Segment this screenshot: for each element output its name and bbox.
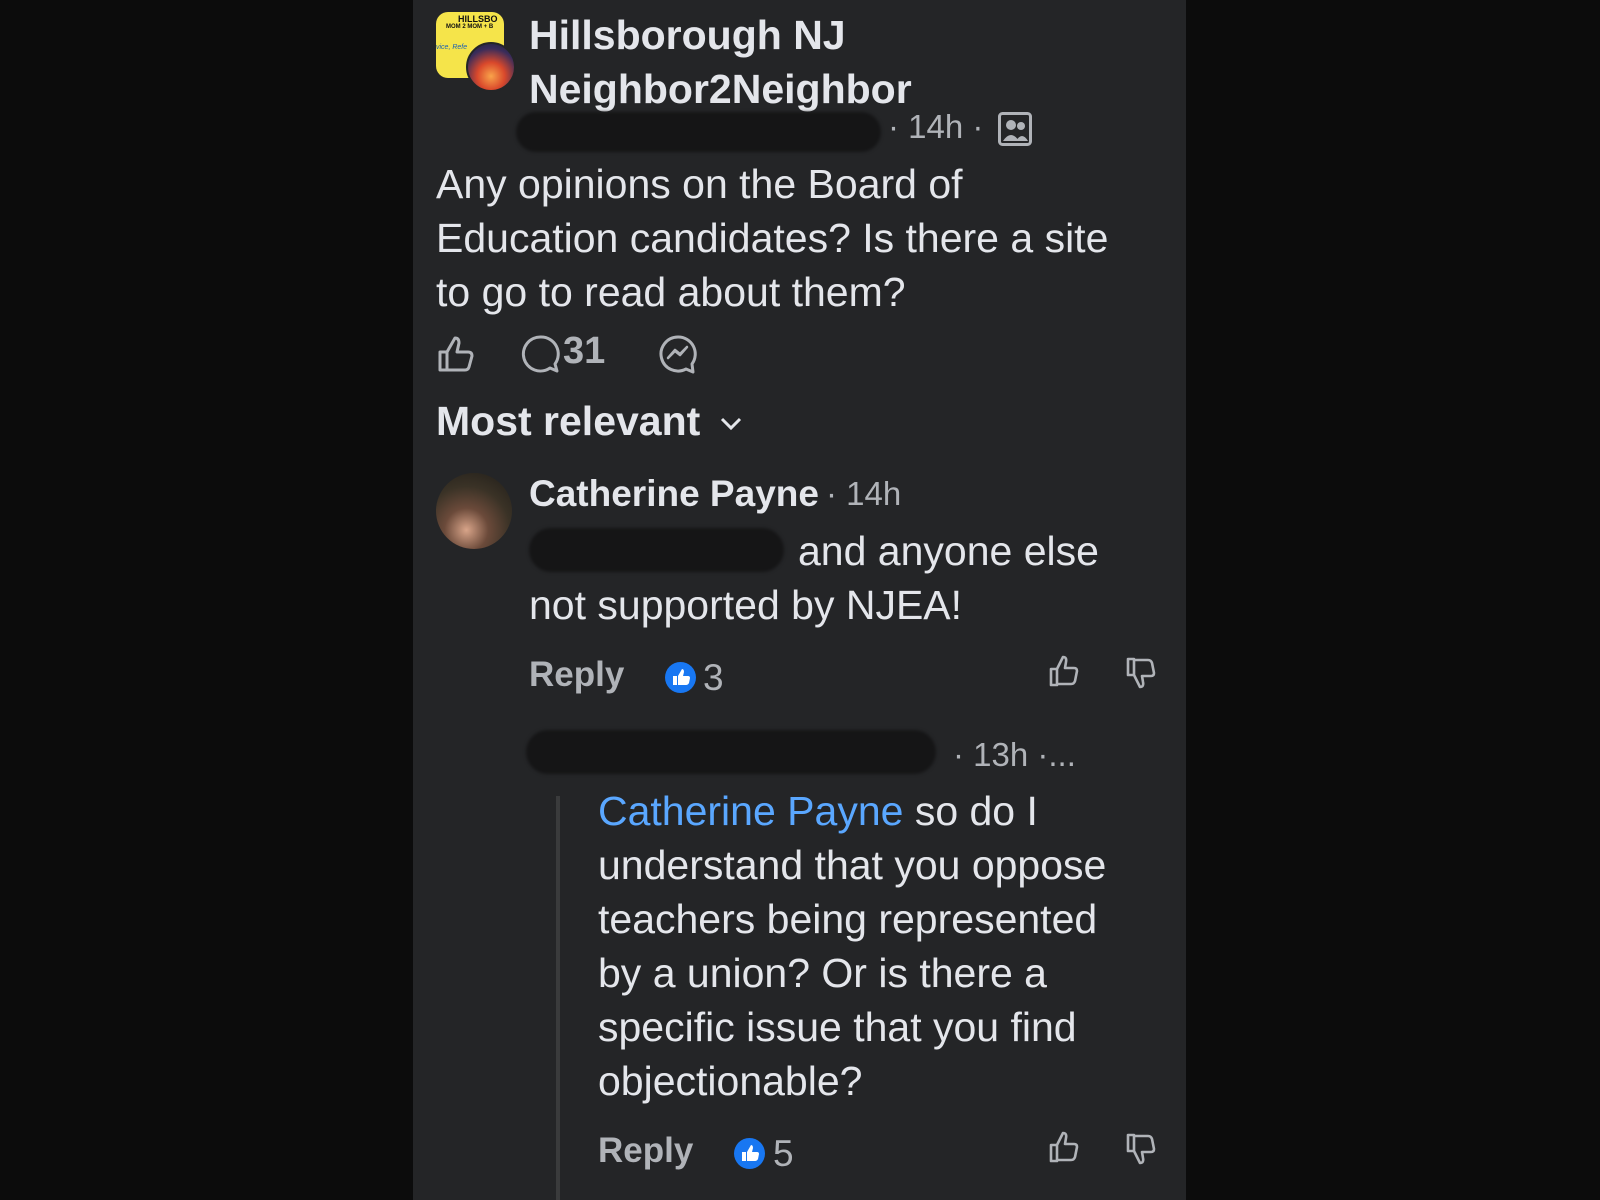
post-text-line: Education candidates? Is there a site	[436, 215, 1109, 261]
comment-text-line: and anyone else	[798, 528, 1099, 574]
reply-text-line: specific issue that you find	[598, 1004, 1077, 1050]
group-name-line1: Hillsborough NJ	[529, 12, 846, 58]
reaction-count[interactable]: 3	[703, 657, 724, 699]
thread-line	[556, 796, 560, 1200]
group-logo-subtext: MOM 2 MOM + B	[446, 24, 494, 30]
like-icon[interactable]	[436, 334, 476, 374]
post-screen: HILLSBO MOM 2 MOM + B vice, Refe Hillsbo…	[413, 0, 1186, 1200]
like-reaction-icon	[734, 1138, 765, 1169]
thumbs-up-icon[interactable]	[1048, 1130, 1080, 1164]
like-reaction-icon	[665, 662, 696, 693]
group-logo-text: HILLSBO	[458, 14, 498, 24]
messenger-icon[interactable]	[658, 334, 698, 374]
reply-text: Catherine Payne so do I understand that …	[598, 784, 1158, 1108]
redacted-reply-author	[526, 730, 936, 774]
group-privacy-icon	[998, 112, 1032, 146]
reply-text-line: teachers being represented	[598, 896, 1098, 942]
reply-button[interactable]: Reply	[598, 1131, 693, 1171]
reply-button[interactable]: Reply	[529, 655, 624, 695]
reply-text-line: understand that you oppose	[598, 842, 1107, 888]
reply-text-line: Catherine Payne so do I	[598, 784, 1158, 838]
redacted-mention	[529, 528, 784, 572]
thumbs-down-icon[interactable]	[1125, 1132, 1157, 1166]
comment-count[interactable]: 31	[563, 330, 605, 373]
group-avatar[interactable]: HILLSBO MOM 2 MOM + B vice, Refe	[436, 12, 516, 92]
group-name-line2: Neighbor2Neighbor	[529, 66, 912, 112]
redacted-author-name	[516, 112, 881, 152]
thumbs-up-icon[interactable]	[1048, 654, 1080, 688]
post-time: · 14h ·	[888, 108, 984, 145]
post-text: Any opinions on the Board of Education c…	[436, 157, 1156, 319]
post-text-line: Any opinions on the Board of	[436, 161, 963, 207]
commenter-avatar[interactable]	[436, 473, 512, 549]
comment-author[interactable]: Catherine Payne	[529, 473, 819, 515]
reply-time[interactable]: · 13h ·...	[953, 736, 1076, 774]
post-text-line: to go to read about them?	[436, 269, 906, 315]
comment-time: · 14h	[826, 475, 902, 512]
group-name[interactable]: Hillsborough NJ Neighbor2Neighbor	[529, 8, 1089, 116]
group-logo-tagline: vice, Refe	[436, 44, 468, 51]
sort-label: Most relevant	[436, 398, 701, 444]
mention-link[interactable]: Catherine Payne	[598, 788, 903, 834]
reply-text-line: by a union? Or is there a	[598, 950, 1047, 996]
sort-dropdown[interactable]: Most relevant	[436, 398, 741, 445]
reaction-count[interactable]: 5	[773, 1133, 794, 1175]
reply-text-fragment: so do I	[903, 788, 1038, 834]
chevron-down-icon	[720, 417, 742, 431]
comment-text-line: not supported by NJEA!	[529, 582, 963, 628]
author-avatar[interactable]	[466, 42, 516, 92]
reply-text-line: objectionable?	[598, 1058, 863, 1104]
comment-icon[interactable]	[521, 334, 561, 374]
thumbs-down-icon[interactable]	[1125, 656, 1157, 690]
